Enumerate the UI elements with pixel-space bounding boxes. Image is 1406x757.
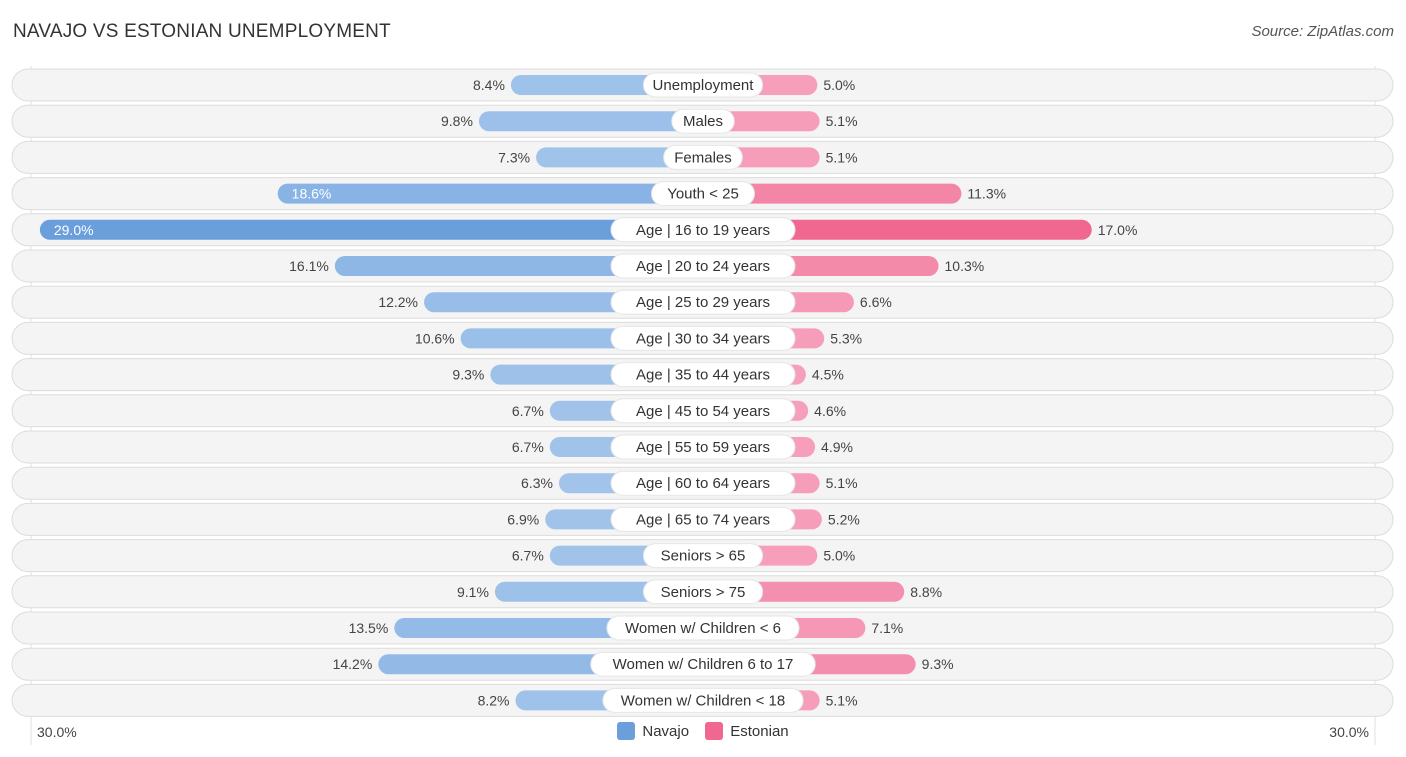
value-label-navajo: 29.0% bbox=[54, 222, 94, 238]
category-label: Women w/ Children < 6 bbox=[625, 620, 781, 637]
category-label: Age | 65 to 74 years bbox=[636, 511, 770, 528]
category-label: Seniors > 75 bbox=[661, 584, 746, 601]
category-label: Age | 35 to 44 years bbox=[636, 367, 770, 384]
legend-swatch-estonian bbox=[705, 722, 724, 740]
value-label-estonian: 5.0% bbox=[823, 77, 855, 93]
legend: Navajo Estonian bbox=[0, 722, 1406, 744]
value-label-estonian: 4.9% bbox=[821, 439, 853, 455]
value-label-navajo: 13.5% bbox=[349, 620, 389, 636]
chart-canvas: 8.4% 5.0% Unemployment 9.8% 5.1% Males 7.3% 5.1… bbox=[11, 66, 1394, 745]
value-label-estonian: 5.1% bbox=[826, 475, 858, 491]
value-label-estonian: 5.2% bbox=[828, 511, 860, 527]
value-label-estonian: 5.1% bbox=[826, 113, 858, 129]
value-label-navajo: 10.6% bbox=[415, 330, 455, 346]
value-label-navajo: 7.3% bbox=[498, 149, 530, 165]
value-label-navajo: 12.2% bbox=[378, 294, 418, 310]
value-label-estonian: 7.1% bbox=[871, 620, 903, 636]
value-label-navajo: 9.1% bbox=[457, 584, 489, 600]
value-label-estonian: 5.1% bbox=[826, 692, 858, 708]
legend-swatch-navajo bbox=[617, 722, 636, 740]
value-label-estonian: 4.5% bbox=[812, 367, 844, 383]
value-label-navajo: 9.8% bbox=[441, 113, 473, 129]
category-label: Age | 60 to 64 years bbox=[636, 475, 770, 492]
value-label-navajo: 6.7% bbox=[512, 403, 544, 419]
category-label: Age | 25 to 29 years bbox=[636, 294, 770, 311]
value-label-navajo: 8.4% bbox=[473, 77, 505, 93]
category-label: Age | 45 to 54 years bbox=[636, 403, 770, 420]
value-label-navajo: 14.2% bbox=[333, 656, 373, 672]
value-label-navajo: 16.1% bbox=[289, 258, 329, 274]
value-label-navajo: 6.9% bbox=[507, 511, 539, 527]
value-label-navajo: 9.3% bbox=[452, 367, 484, 383]
category-label: Males bbox=[683, 113, 723, 130]
category-label: Women w/ Children < 18 bbox=[621, 692, 785, 709]
value-label-estonian: 5.3% bbox=[830, 330, 862, 346]
category-label: Age | 55 to 59 years bbox=[636, 439, 770, 456]
bar-navajo bbox=[478, 111, 703, 132]
category-label: Women w/ Children 6 to 17 bbox=[613, 656, 794, 673]
value-label-navajo: 6.3% bbox=[521, 475, 553, 491]
category-label: Age | 20 to 24 years bbox=[636, 258, 770, 275]
value-label-estonian: 8.8% bbox=[910, 584, 942, 600]
legend-label-estonian: Estonian bbox=[730, 722, 789, 740]
category-label: Youth < 25 bbox=[667, 186, 739, 203]
value-label-navajo: 8.2% bbox=[478, 692, 510, 708]
value-label-navajo: 6.7% bbox=[512, 439, 544, 455]
category-label: Females bbox=[674, 149, 732, 166]
value-label-estonian: 5.0% bbox=[823, 548, 855, 564]
value-label-navajo: 6.7% bbox=[512, 548, 544, 564]
category-label: Unemployment bbox=[653, 77, 755, 94]
value-label-estonian: 11.3% bbox=[967, 186, 1006, 202]
value-label-estonian: 9.3% bbox=[922, 656, 954, 672]
value-label-estonian: 6.6% bbox=[860, 294, 892, 310]
value-label-estonian: 17.0% bbox=[1098, 222, 1138, 238]
value-label-navajo: 18.6% bbox=[292, 186, 332, 202]
legend-label-navajo: Navajo bbox=[642, 722, 690, 740]
bar-navajo bbox=[277, 183, 703, 204]
value-label-estonian: 10.3% bbox=[945, 258, 985, 274]
legend-item-navajo[interactable]: Navajo bbox=[617, 722, 689, 740]
value-label-estonian: 4.6% bbox=[814, 403, 846, 419]
category-label: Age | 30 to 34 years bbox=[636, 330, 770, 347]
legend-item-estonian[interactable]: Estonian bbox=[705, 722, 789, 740]
category-label: Age | 16 to 19 years bbox=[636, 222, 770, 239]
category-label: Seniors > 65 bbox=[661, 548, 746, 565]
bar-navajo bbox=[39, 219, 704, 240]
value-label-estonian: 5.1% bbox=[826, 149, 858, 165]
